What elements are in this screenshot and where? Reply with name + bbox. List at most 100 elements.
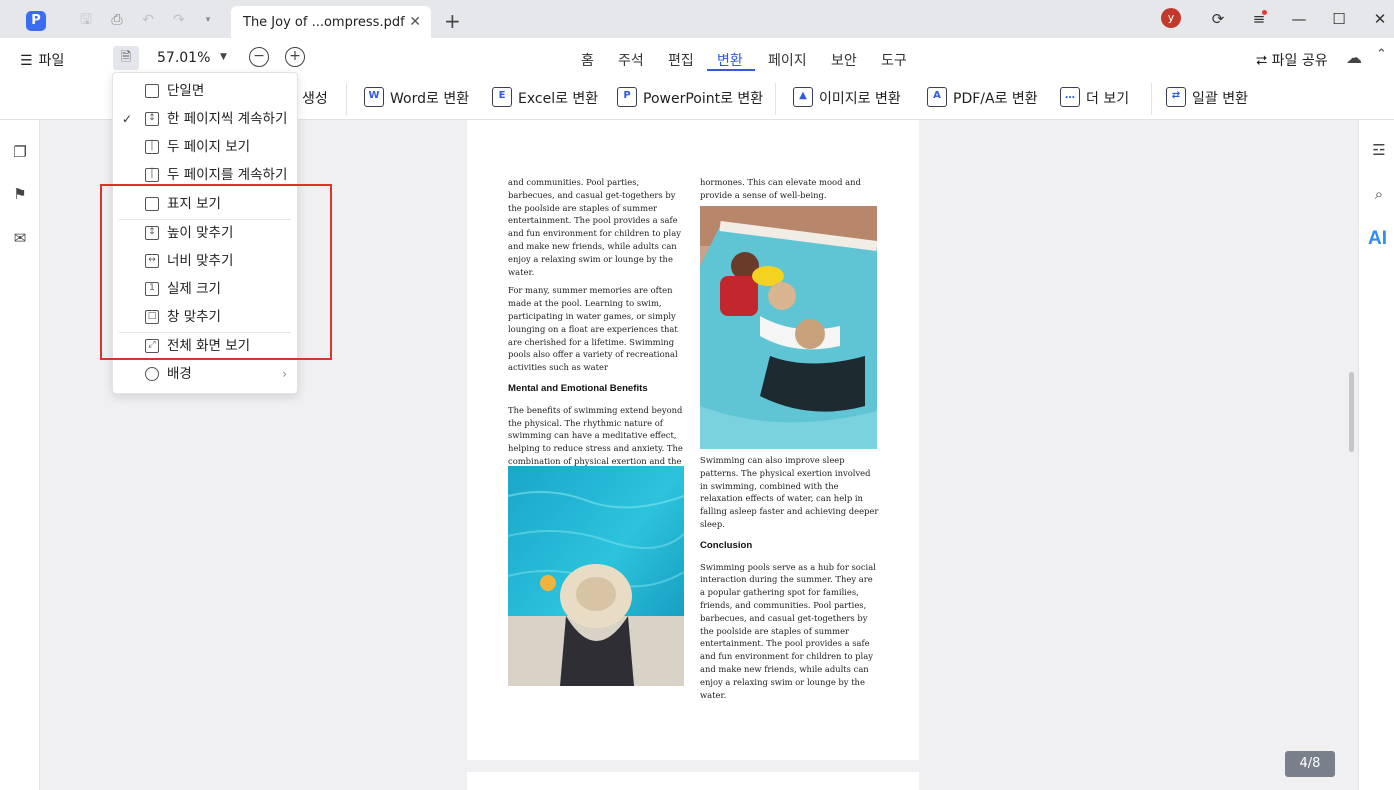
paragraph: For many, summer memories are often made… [508,285,678,373]
ai-assistant-icon[interactable]: AI [1368,228,1387,250]
cloud-upload-icon[interactable]: ☁ [1346,48,1362,67]
convert-pdfa-label: PDF/A로 변환 [953,91,1038,107]
title-bar: P 🖫 ⎙ ↶ ↷ ▾ The Joy of ...ompress.pdf ✕ … [0,0,1394,38]
paragraph: and communities. Pool parties, barbecues… [508,177,681,277]
bookmark-icon[interactable]: ⚑ [10,184,30,204]
right-column-top: hormones. This can elevate mood and prov… [700,176,880,208]
two-page-continuous-icon: │ [145,168,159,182]
tab-home[interactable]: 홈 [581,50,594,70]
menu-item-continuous[interactable]: ✓ ↕ 한 페이지씩 계속하기 [113,106,299,132]
checkmark-icon: ✓ [122,112,133,126]
more-button[interactable]: … 더 보기 [1060,87,1130,110]
excel-icon: E [492,87,512,107]
app-logo-icon[interactable]: P [26,11,46,31]
document-tab-title: The Joy of ...ompress.pdf [243,15,405,30]
create-label: 생성 [302,91,328,107]
properties-icon[interactable]: ☲ [1369,140,1389,160]
convert-excel-button[interactable]: E Excel로 변환 [492,87,599,110]
file-menu[interactable]: ☰ 파일 [20,50,64,70]
create-button[interactable]: 생성 [302,88,328,110]
section-heading: Conclusion [700,539,753,551]
batch-convert-icon: ⇄ [1166,87,1186,107]
tab-convert[interactable]: 변환 [717,50,743,70]
more-label: 더 보기 [1086,91,1130,107]
continuous-page-icon: ↕ [145,112,159,126]
toolbar-divider [346,83,347,115]
convert-image-button[interactable]: ▲ 이미지로 변환 [793,87,901,110]
single-page-icon [145,84,159,98]
more-icon: … [1060,87,1080,107]
pool-photo-woman-hat [508,466,684,686]
maximize-icon[interactable]: ☐ [1329,9,1349,29]
menu-item-background[interactable]: 배경 › [113,361,299,387]
section-heading: Mental and Emotional Benefits [508,382,648,394]
menu-item-label: 배경 [167,366,192,382]
document-tab[interactable]: The Joy of ...ompress.pdf ✕ [231,6,431,38]
tab-tools[interactable]: 도구 [881,50,907,70]
menu-item-two-page[interactable]: │ 두 페이지 보기 [113,134,299,160]
zoom-value[interactable]: 57.01% [157,50,210,66]
next-document-page [467,772,919,790]
two-page-icon: │ [145,140,159,154]
chevron-right-icon: › [282,367,287,381]
vertical-scrollbar[interactable] [1349,372,1354,452]
menu-item-label: 단일면 [167,83,205,99]
powerpoint-icon: P [617,87,637,107]
zoom-out-icon[interactable]: − [249,47,269,67]
right-sidebar: ☲ ⌕ AI [1358,120,1394,790]
toolbar-divider [1151,83,1152,115]
paragraph: Swimming can also improve sleep patterns… [700,455,879,529]
image-icon: ▲ [793,87,813,107]
save-icon[interactable]: 🖫 [77,11,95,29]
print-icon[interactable]: ⎙ [108,11,126,29]
share-file-button[interactable]: ⮂ 파일 공유 [1256,50,1328,70]
minimize-icon[interactable]: — [1289,9,1309,29]
menu-item-label: 한 페이지씩 계속하기 [167,111,288,127]
active-tab-indicator [707,69,755,71]
zoom-dropdown-icon[interactable]: ▼ [220,52,227,62]
convert-image-label: 이미지로 변환 [819,91,901,107]
headset-icon[interactable]: ⟳ [1208,9,1228,29]
convert-excel-label: Excel로 변환 [518,91,599,107]
thumbnail-icon[interactable]: ❐ [10,142,30,162]
menu-item-label: 두 페이지 보기 [167,139,251,155]
menu-item-single-page[interactable]: 단일면 [113,78,299,104]
paragraph: hormones. This can elevate mood and prov… [700,177,861,200]
page-view-button[interactable]: 🗎 [113,46,139,70]
convert-word-button[interactable]: W Word로 변환 [364,87,469,110]
undo-icon[interactable]: ↶ [139,11,157,29]
toolbar-divider [775,83,776,115]
file-menu-label: 파일 [38,53,65,69]
batch-convert-label: 일괄 변환 [1192,91,1248,107]
share-icon: ⮂ [1256,53,1268,69]
tab-security[interactable]: 보안 [831,50,857,70]
comment-icon[interactable]: ✉ [10,228,30,248]
highlight-annotation-box [100,184,332,360]
right-column-bottom: Swimming can also improve sleep patterns… [700,454,880,707]
convert-ppt-label: PowerPoint로 변환 [643,91,764,107]
share-file-label: 파일 공유 [1271,53,1328,69]
collapse-ribbon-icon[interactable]: ⌃ [1376,47,1387,62]
close-tab-icon[interactable]: ✕ [409,14,421,30]
batch-convert-button[interactable]: ⇄ 일괄 변환 [1166,87,1248,110]
convert-pdfa-button[interactable]: A PDF/A로 변환 [927,87,1038,110]
word-icon: W [364,87,384,107]
zoom-in-icon[interactable]: + [285,47,305,67]
tab-edit[interactable]: 편집 [668,50,694,70]
pool-photo-friends [700,206,877,449]
notification-dot [1262,10,1267,15]
pdfa-icon: A [927,87,947,107]
search-icon[interactable]: ⌕ [1369,184,1389,204]
avatar[interactable]: y [1161,8,1181,28]
convert-ppt-button[interactable]: P PowerPoint로 변환 [617,87,764,110]
redo-icon[interactable]: ↷ [170,11,188,29]
tab-page[interactable]: 페이지 [768,50,807,70]
quick-access-dropdown-icon[interactable]: ▾ [199,11,217,29]
eye-icon [145,367,159,381]
paragraph: Swimming pools serve as a hub for social… [700,561,876,700]
hamburger-icon: ☰ [20,53,33,69]
new-tab-icon[interactable]: + [444,9,461,33]
tab-annotate[interactable]: 주석 [618,50,644,70]
close-window-icon[interactable]: ✕ [1370,9,1390,29]
page-indicator[interactable]: 4/8 [1285,751,1335,777]
